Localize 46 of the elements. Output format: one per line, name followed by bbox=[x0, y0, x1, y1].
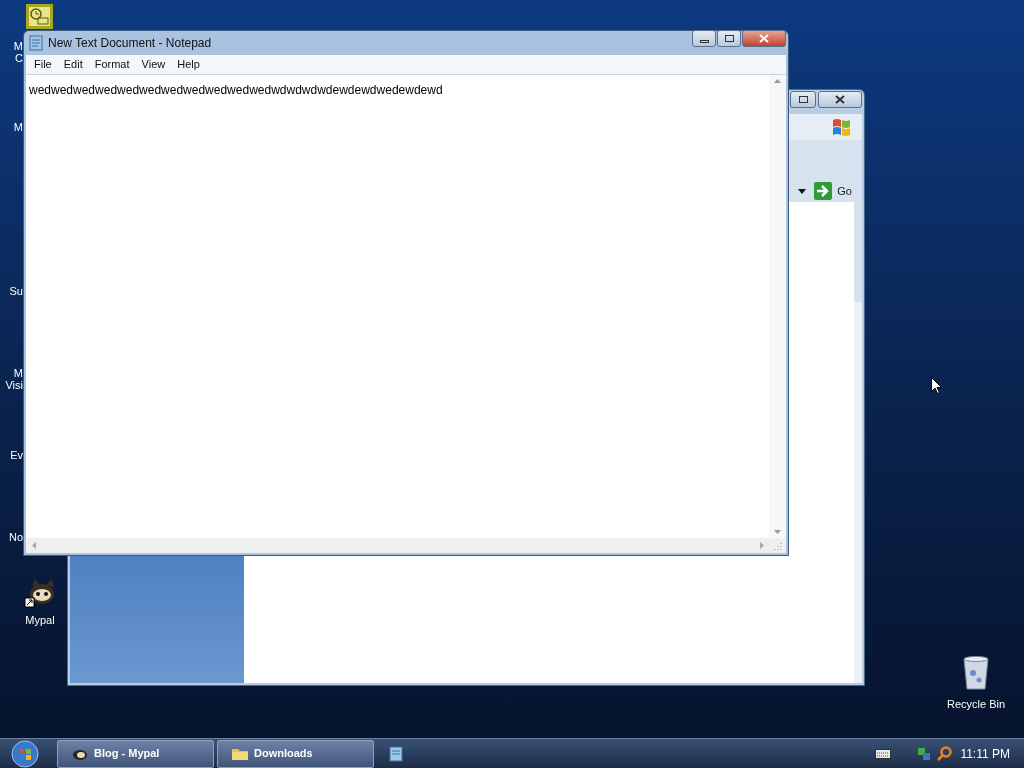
clock-mail-icon[interactable] bbox=[26, 4, 53, 29]
icon-label[interactable]: Ev bbox=[10, 449, 23, 461]
keyboard-icon[interactable] bbox=[875, 748, 892, 759]
scrollbar-thumb[interactable] bbox=[854, 202, 862, 302]
icon-label[interactable]: Visi bbox=[5, 379, 23, 391]
notepad-icon[interactable] bbox=[389, 745, 403, 762]
menu-item[interactable]: Format bbox=[88, 56, 136, 73]
close-icon bbox=[759, 34, 769, 43]
menu-item[interactable]: Help bbox=[171, 56, 206, 73]
icon-label[interactable]: M bbox=[13, 40, 23, 52]
clock[interactable]: 11:11 PM bbox=[960, 744, 1010, 763]
icon-label[interactable]: Su bbox=[9, 285, 23, 297]
menu-item[interactable]: File bbox=[28, 56, 58, 73]
menu-item[interactable]: Edit bbox=[57, 56, 89, 73]
icon-label[interactable]: No bbox=[8, 531, 23, 543]
resize-grip-icon[interactable] bbox=[773, 540, 783, 551]
start-button[interactable] bbox=[11, 739, 39, 768]
dropdown-caret-icon[interactable] bbox=[798, 188, 807, 194]
close-button[interactable] bbox=[818, 91, 862, 108]
document-text: wedwedwedwedwedwedwedwedwedwedwedwdwdwdwdewdewdwedewdewd bbox=[29, 83, 443, 97]
minimize-button[interactable] bbox=[692, 30, 716, 47]
taskbar-button[interactable]: Downloads bbox=[217, 739, 374, 768]
magnifier-icon[interactable] bbox=[937, 746, 953, 761]
icon-label[interactable]: M bbox=[13, 367, 23, 379]
window-title: New Text Document - Notepad bbox=[48, 35, 212, 52]
icon-label[interactable]: M bbox=[13, 121, 23, 133]
folder-icon bbox=[232, 747, 248, 760]
vertical-scrollbar[interactable] bbox=[769, 75, 786, 538]
taskbar-button[interactable]: Blog - Mypal bbox=[57, 739, 214, 768]
down-arrow-icon[interactable] bbox=[774, 530, 781, 534]
right-arrow-icon bbox=[814, 182, 833, 200]
up-arrow-icon[interactable] bbox=[774, 79, 781, 83]
flag-logo-icon bbox=[832, 117, 852, 137]
icon-label[interactable]: Recycle Bin bbox=[946, 696, 1006, 713]
go-button[interactable]: Go bbox=[812, 181, 852, 201]
recycle-bin-icon[interactable] bbox=[962, 656, 990, 690]
notepad-icon bbox=[29, 35, 43, 51]
cursor-icon bbox=[931, 377, 942, 394]
close-button[interactable] bbox=[742, 30, 786, 47]
close-icon bbox=[835, 95, 845, 104]
restore-button[interactable] bbox=[790, 91, 816, 108]
network-icon[interactable] bbox=[917, 746, 932, 761]
maximize-button[interactable] bbox=[717, 30, 741, 47]
icon-label[interactable]: C bbox=[15, 52, 23, 64]
menu-item[interactable]: View bbox=[135, 56, 172, 73]
icon-label[interactable]: Mypal bbox=[25, 612, 55, 629]
